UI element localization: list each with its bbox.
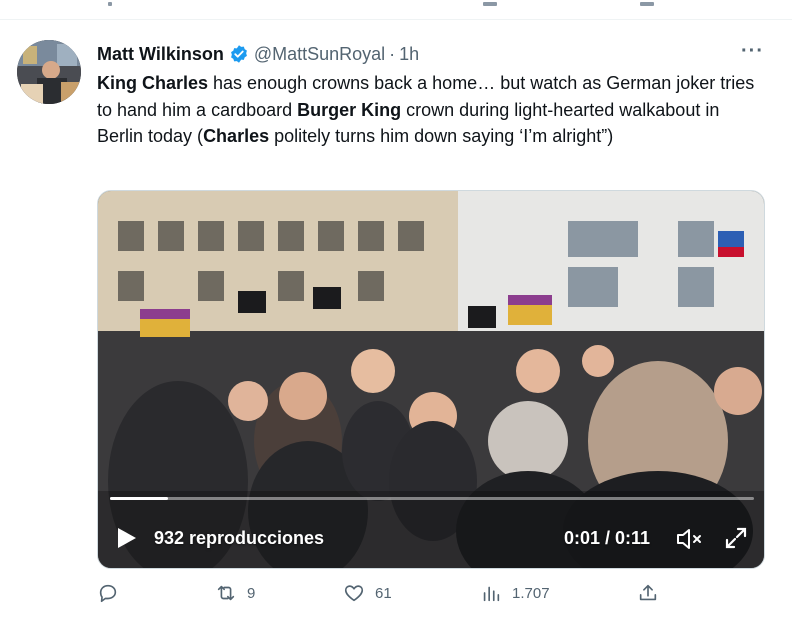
view-count: 932 reproducciones xyxy=(154,528,325,548)
share-icon-fragment xyxy=(640,2,654,6)
video-timecode: 0:01 / 0:11 xyxy=(564,528,651,548)
reply-icon-fragment xyxy=(108,2,112,6)
tweet-text-bold-segment: Charles xyxy=(203,126,270,146)
like-button[interactable]: 61 xyxy=(343,582,392,604)
previous-tweet-actions xyxy=(0,0,792,20)
retweet-button[interactable]: 9 xyxy=(215,582,255,604)
fullscreen-icon[interactable] xyxy=(724,526,748,550)
analytics-icon xyxy=(483,586,500,602)
tweet-text-segment: politely turns him down saying ‘I’m alri… xyxy=(269,126,614,146)
tweet-actions: 9 61 1.707 xyxy=(97,582,697,612)
video-progress-track[interactable] xyxy=(110,497,754,500)
tweet-header: Matt Wilkinson @MattSunRoyal · 1h xyxy=(97,42,419,66)
reply-button[interactable] xyxy=(97,582,129,604)
tweet-text-bold-segment: Burger King xyxy=(297,99,402,120)
reply-icon xyxy=(99,584,117,603)
heart-icon xyxy=(344,585,364,602)
views-icon-fragment xyxy=(483,2,497,6)
tweet-text: King Charles has enough crowns back a ho… xyxy=(97,70,757,150)
mute-icon[interactable] xyxy=(676,528,704,550)
author-name[interactable]: Matt Wilkinson xyxy=(97,44,224,65)
views-count: 1.707 xyxy=(512,584,550,602)
tweet-text-bold-segment: King Charles xyxy=(97,73,209,93)
play-icon[interactable] xyxy=(116,526,138,550)
retweet-icon xyxy=(217,585,235,601)
share-button[interactable] xyxy=(637,582,669,604)
retweet-count: 9 xyxy=(247,584,256,602)
share-icon xyxy=(639,584,657,601)
avatar[interactable] xyxy=(17,40,81,104)
like-count: 61 xyxy=(375,584,392,602)
video-frame xyxy=(98,191,764,568)
author-handle[interactable]: @MattSunRoyal xyxy=(254,44,385,65)
separator-dot: · xyxy=(389,43,396,64)
verified-badge-icon xyxy=(229,44,249,64)
video-progress-fill xyxy=(110,497,168,500)
more-options-icon[interactable]: ··· xyxy=(741,40,764,63)
timestamp[interactable]: 1h xyxy=(399,44,419,65)
video-player[interactable]: 932 reproducciones 0:01 / 0:11 xyxy=(97,190,765,569)
views-button[interactable]: 1.707 xyxy=(480,582,550,604)
tweet[interactable]: Matt Wilkinson @MattSunRoyal · 1h ··· Ki… xyxy=(0,22,792,620)
